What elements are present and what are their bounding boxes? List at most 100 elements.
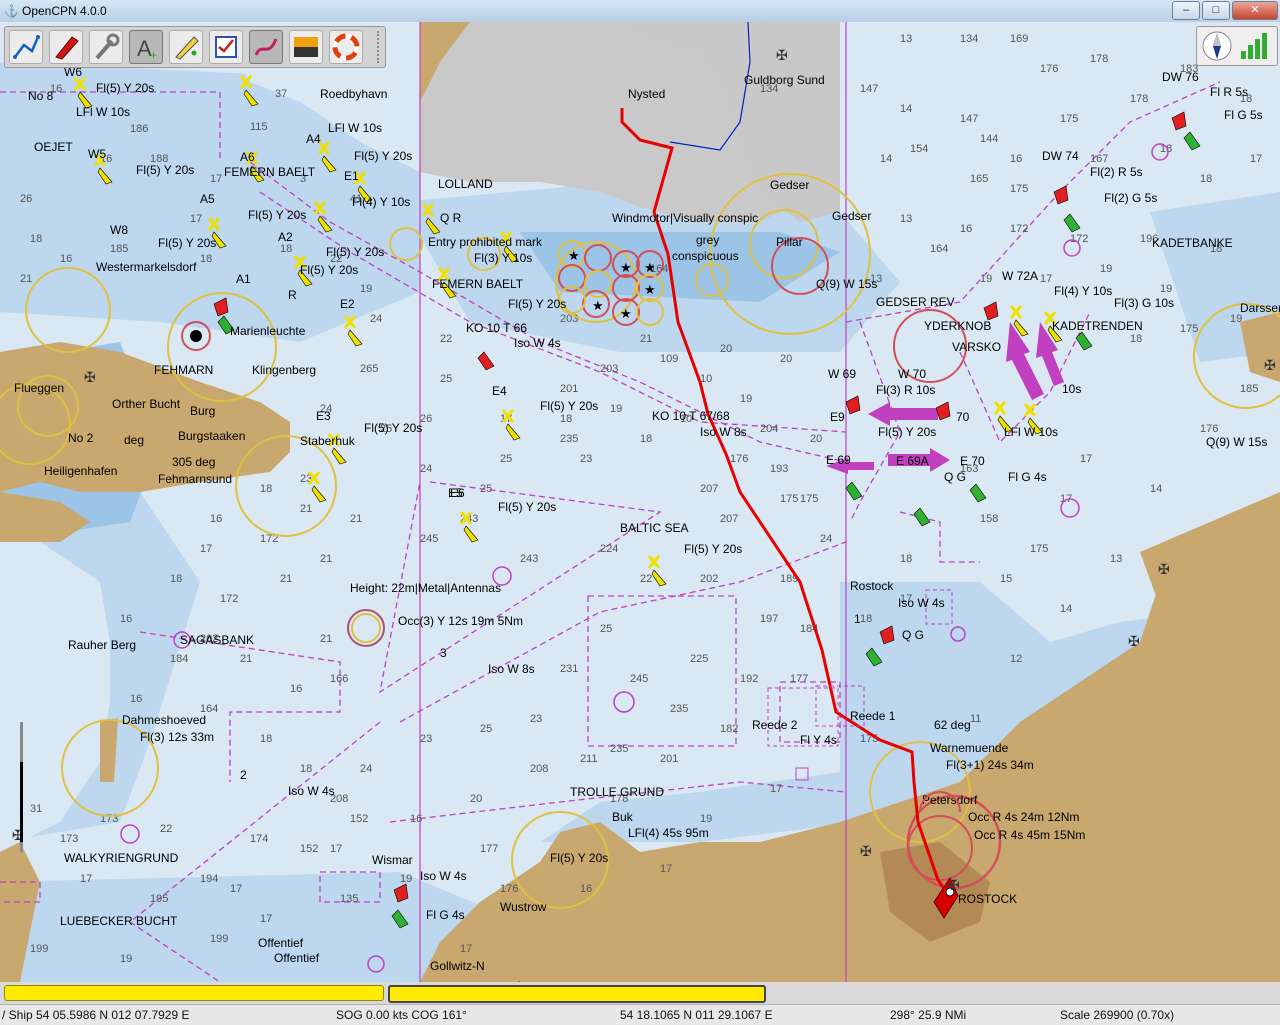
place-label: Darsser [1240, 301, 1280, 315]
light-label: Occ R 4s 45m 15Nm [974, 828, 1085, 842]
svg-text:18: 18 [860, 613, 872, 625]
svg-text:17: 17 [210, 173, 222, 185]
buoy-label: E 70 [960, 454, 985, 468]
measure-button[interactable] [169, 30, 203, 64]
color-scheme-button[interactable] [289, 30, 323, 64]
checklist-icon [215, 36, 237, 58]
svg-text:19: 19 [1100, 263, 1112, 275]
nautical-chart-canvas[interactable]: 37115186 171724 2220121 202014 14417518 … [0, 22, 1280, 982]
svg-text:18: 18 [200, 253, 212, 265]
light-label: KO 10 T 66 [466, 321, 527, 335]
light-label: LFl W 10s [76, 105, 130, 119]
route-button[interactable] [9, 30, 43, 64]
settings-button[interactable] [89, 30, 123, 64]
svg-text:25: 25 [500, 453, 512, 465]
svg-text:18: 18 [280, 243, 292, 255]
svg-text:14: 14 [880, 153, 892, 165]
buoy-label: No 8 [28, 89, 54, 103]
svg-text:14: 14 [1150, 483, 1162, 495]
place-label: Heiligenhafen [44, 464, 117, 478]
svg-text:24: 24 [360, 763, 372, 775]
minimize-button[interactable]: – [1172, 1, 1200, 20]
place-label: Klingenberg [252, 363, 316, 377]
chart-scale-status: Scale 269900 (0.70x) [1060, 1008, 1175, 1022]
svg-text:16: 16 [120, 613, 132, 625]
svg-text:173: 173 [60, 833, 78, 845]
light-label: Fl G 5s [1224, 108, 1263, 122]
svg-text:20: 20 [470, 793, 482, 805]
light-label: Fl(5) Y 20s [300, 263, 358, 277]
buoy-label: E6 [450, 486, 465, 500]
svg-text:135: 135 [340, 893, 358, 905]
light-label: Occ R 4s 24m 12Nm [968, 810, 1079, 824]
svg-text:109: 109 [660, 353, 678, 365]
light-label: Fl Y 4s [800, 733, 837, 747]
route-manager-button[interactable] [209, 30, 243, 64]
svg-text:199: 199 [210, 933, 228, 945]
svg-text:201: 201 [660, 753, 678, 765]
buoy-label: A4 [306, 132, 321, 146]
light-label: Iso W 4s [288, 784, 335, 798]
lifebuoy-icon [332, 33, 360, 61]
svg-text:211: 211 [580, 753, 598, 765]
buoy-label: DW 74 [1042, 149, 1079, 163]
svg-text:14: 14 [900, 103, 912, 115]
buoy-label: 1 [854, 612, 861, 626]
svg-text:✠: ✠ [948, 877, 960, 893]
svg-text:115: 115 [250, 121, 268, 133]
svg-text:16: 16 [210, 513, 222, 525]
svg-text:12: 12 [1010, 653, 1022, 665]
svg-text:202: 202 [700, 573, 718, 585]
svg-text:19: 19 [700, 813, 712, 825]
light-label: Fl(5) Y 20s [508, 297, 566, 311]
light-label: Fl R 5s [1210, 85, 1248, 99]
svg-text:★: ★ [644, 282, 656, 297]
buoy-label: E2 [340, 297, 355, 311]
text-button[interactable]: A + [129, 30, 163, 64]
window-titlebar[interactable]: ⚓ OpenCPN 4.0.0 – □ ✕ [0, 0, 1280, 23]
place-label: Windmotor|Visually conspic [612, 211, 758, 225]
light-label: Fl G 4s [426, 908, 465, 922]
place-label: Offentief [274, 951, 320, 965]
chart-quilt-key-active[interactable] [4, 985, 384, 1001]
svg-text:147: 147 [860, 83, 878, 95]
boat-button[interactable] [49, 30, 83, 64]
svg-text:194: 194 [200, 873, 218, 885]
light-label: Iso W 8s [488, 662, 535, 676]
place-label: YDERKNOB [924, 319, 991, 333]
mob-button[interactable] [329, 30, 363, 64]
place-label: KADETRENDEN [1052, 319, 1143, 333]
svg-text:16: 16 [580, 883, 592, 895]
place-label: SAGASBANK [180, 633, 254, 647]
sog-cog-status: SOG 0.00 kts COG 161° [336, 1008, 467, 1022]
maximize-button[interactable]: □ [1202, 1, 1230, 20]
route-icon [13, 35, 40, 59]
close-button[interactable]: ✕ [1232, 1, 1278, 20]
compass-widget[interactable] [1196, 26, 1278, 66]
svg-text:★: ★ [644, 260, 656, 275]
svg-text:23: 23 [530, 713, 542, 725]
place-label: Wismar [372, 853, 413, 867]
svg-text:175: 175 [1030, 543, 1048, 555]
svg-text:199: 199 [30, 943, 48, 955]
buoy-label: A2 [278, 230, 293, 244]
svg-text:224: 224 [600, 543, 618, 555]
track-button[interactable] [249, 30, 283, 64]
place-label: Offentief [258, 936, 304, 950]
svg-text:235: 235 [610, 743, 628, 755]
svg-text:✠: ✠ [84, 369, 96, 385]
svg-text:25: 25 [480, 483, 492, 495]
opencpn-app-icon: ⚓ [4, 4, 19, 18]
svg-text:182: 182 [720, 723, 738, 735]
svg-text:16: 16 [1010, 153, 1022, 165]
svg-text:185: 185 [110, 243, 128, 255]
svg-text:20: 20 [780, 353, 792, 365]
svg-text:18: 18 [260, 483, 272, 495]
toolbar-grip[interactable] [377, 31, 383, 63]
light-label: 62 deg [934, 718, 971, 732]
light-label: Q G [902, 628, 924, 642]
place-label: Westermarkelsdorf [96, 260, 197, 274]
chart-quilt-key[interactable] [388, 985, 766, 1003]
buoy-label: E 69 [826, 453, 851, 467]
svg-text:17: 17 [1040, 273, 1052, 285]
